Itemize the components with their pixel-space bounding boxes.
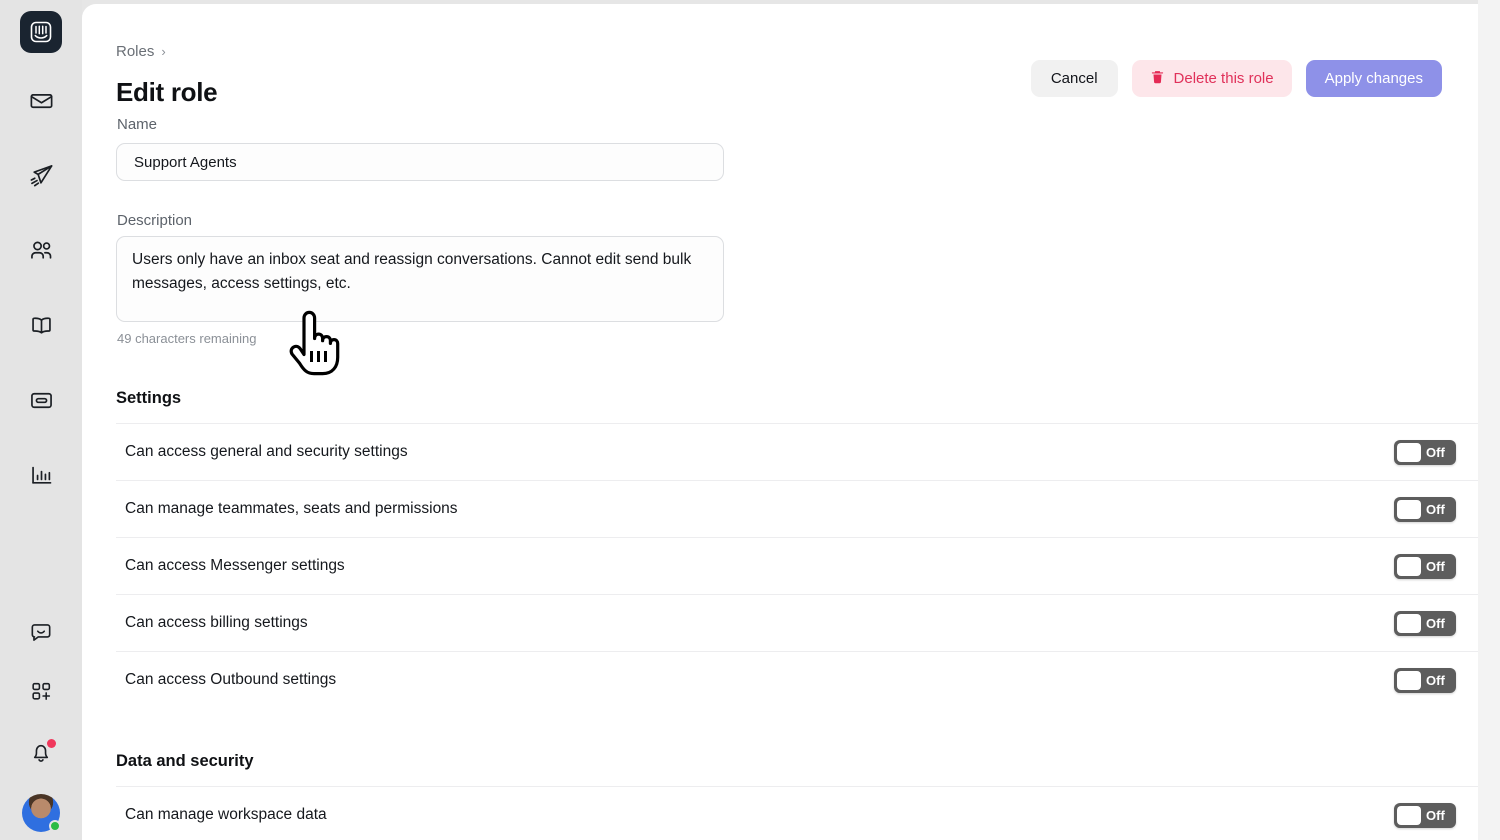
cancel-button[interactable]: Cancel	[1030, 60, 1118, 97]
messenger-card-icon	[28, 387, 55, 419]
delete-role-button[interactable]: Delete this role	[1131, 60, 1292, 97]
toggle-knob	[1397, 670, 1421, 690]
sidebar-nav-bottom	[0, 610, 82, 840]
permission-row: Can access Outbound settings Off	[116, 651, 1478, 708]
left-sidebar	[0, 0, 82, 840]
toggle-state-label: Off	[1426, 807, 1445, 823]
toggle-knob	[1397, 442, 1421, 462]
permission-label: Can access Outbound settings	[125, 671, 337, 688]
description-input[interactable]	[116, 236, 724, 322]
permission-row: Can access Messenger settings Off	[116, 537, 1478, 594]
bar-chart-icon	[28, 462, 55, 494]
breadcrumb-roles-link[interactable]: Roles	[116, 43, 154, 60]
delete-role-label: Delete this role	[1173, 70, 1274, 87]
sidebar-item-reports[interactable]	[17, 454, 65, 502]
sidebar-item-apps[interactable]	[17, 670, 65, 718]
description-label: Description	[117, 212, 193, 229]
book-icon	[28, 312, 55, 344]
permission-label: Can access billing settings	[125, 614, 308, 631]
inbox-icon	[28, 87, 55, 119]
name-label: Name	[117, 116, 158, 133]
chat-bubble-icon	[28, 619, 54, 650]
permission-toggle[interactable]: Off	[1394, 439, 1456, 465]
permissions-sections: Settings Can access general and security …	[116, 389, 1478, 840]
toggle-knob	[1397, 613, 1421, 633]
panel-right-edge	[1478, 0, 1500, 840]
sidebar-item-help[interactable]	[17, 610, 65, 658]
chevron-right-icon: ›	[161, 44, 166, 59]
sidebar-nav-top	[17, 79, 65, 529]
permission-row: Can access billing settings Off	[116, 594, 1478, 651]
permission-label: Can manage teammates, seats and permissi…	[125, 500, 458, 517]
sidebar-item-messenger[interactable]	[17, 379, 65, 427]
permission-toggle[interactable]: Off	[1394, 667, 1456, 693]
permission-toggle[interactable]: Off	[1394, 802, 1456, 828]
sidebar-item-notifications[interactable]	[17, 730, 65, 778]
contacts-icon	[28, 237, 55, 269]
name-input[interactable]	[116, 143, 724, 181]
permission-toggle[interactable]: Off	[1394, 610, 1456, 636]
permission-toggle[interactable]: Off	[1394, 553, 1456, 579]
apps-plus-icon	[29, 679, 54, 709]
character-counter: 49 characters remaining	[117, 331, 257, 346]
sidebar-item-articles[interactable]	[17, 304, 65, 352]
online-status-dot	[49, 820, 61, 832]
sidebar-item-inbox[interactable]	[17, 79, 65, 127]
section-title: Settings	[116, 389, 182, 407]
permission-label: Can access Messenger settings	[125, 557, 345, 574]
toggle-knob	[1397, 805, 1421, 825]
permission-row: Can manage workspace data Off	[116, 786, 1478, 840]
permission-row: Can manage teammates, seats and permissi…	[116, 480, 1478, 537]
permission-toggle[interactable]: Off	[1394, 496, 1456, 522]
trash-icon	[1150, 69, 1165, 89]
apply-changes-button[interactable]: Apply changes	[1305, 60, 1442, 97]
user-avatar[interactable]	[22, 794, 61, 832]
toggle-state-label: Off	[1426, 501, 1445, 517]
toggle-knob	[1397, 499, 1421, 519]
notification-badge-dot	[47, 739, 56, 748]
sidebar-item-contacts[interactable]	[17, 229, 65, 277]
permission-row: Can access general and security settings…	[116, 423, 1478, 480]
toggle-state-label: Off	[1426, 558, 1445, 574]
permission-label: Can manage workspace data	[125, 806, 327, 823]
app-root: Roles › Edit role Cancel Delete this rol…	[0, 0, 1500, 840]
toggle-state-label: Off	[1426, 615, 1445, 631]
toggle-state-label: Off	[1426, 672, 1445, 688]
section-title: Data and security	[116, 752, 254, 770]
page-title: Edit role	[116, 77, 218, 107]
breadcrumb: Roles ›	[116, 43, 166, 60]
header-actions: Cancel Delete this role Apply changes	[1030, 60, 1442, 97]
toggle-state-label: Off	[1426, 444, 1445, 460]
toggle-knob	[1397, 556, 1421, 576]
intercom-logo-icon[interactable]	[20, 11, 62, 53]
main-panel: Roles › Edit role Cancel Delete this rol…	[82, 4, 1478, 840]
paper-plane-icon	[28, 162, 55, 194]
permission-label: Can access general and security settings	[125, 443, 408, 460]
sidebar-item-outbound[interactable]	[17, 154, 65, 202]
